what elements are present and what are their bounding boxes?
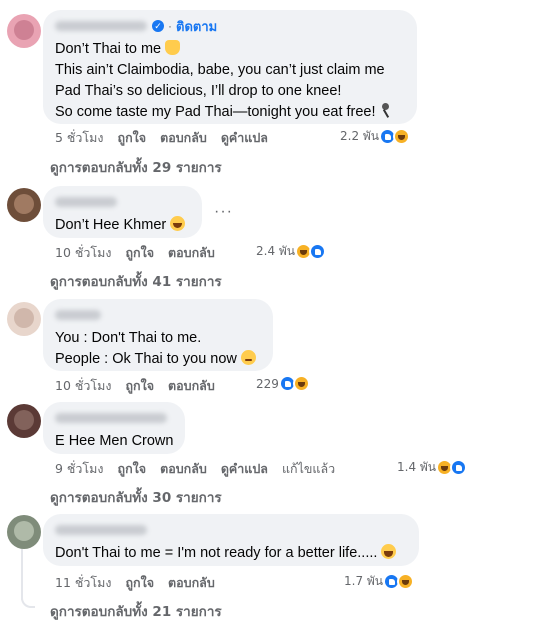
reaction-count: 2.4 พัน: [256, 244, 296, 258]
comment-bubble: Don’t Hee Khmer: [43, 186, 202, 238]
see-translation-button[interactable]: ดูคำแปล: [221, 128, 268, 148]
reaction-summary[interactable]: 229: [256, 375, 310, 392]
author-name[interactable]: [55, 197, 117, 207]
view-replies-link[interactable]: ดูการตอบกลับทั้ง 21 รายการ: [50, 600, 222, 622]
thread-elbow: [21, 596, 35, 608]
view-replies-link[interactable]: ดูการตอบกลับทั้ง 41 รายการ: [50, 270, 222, 292]
see-translation-button[interactable]: ดูคำแปล: [221, 459, 268, 479]
comment-text-line: Don’t Hee Khmer: [55, 215, 190, 236]
like-button[interactable]: ถูกใจ: [125, 376, 154, 396]
timestamp[interactable]: 10 ชั่วโมง: [55, 376, 111, 396]
reaction-count: 1.7 พัน: [344, 574, 384, 588]
like-reaction-icon: [450, 459, 468, 476]
reply-button[interactable]: ตอบกลับ: [160, 128, 207, 148]
reply-button[interactable]: ตอบกลับ: [168, 573, 215, 593]
comment-actions: 5 ชั่วโมง ถูกใจ ตอบกลับ ดูคำแปล: [55, 128, 282, 148]
reaction-summary[interactable]: 1.4 พัน: [397, 458, 468, 477]
comment-actions: 10 ชั่วโมง ถูกใจ ตอบกลับ: [55, 376, 229, 396]
comment-text-line: People : Ok Thai to you now: [55, 349, 261, 370]
like-button[interactable]: ถูกใจ: [118, 128, 147, 148]
timestamp[interactable]: 11 ชั่วโมง: [55, 573, 111, 593]
comment-text-line: This ain’t Claimbodia, babe, you can’t j…: [55, 62, 385, 78]
reaction-count: 2.2 พัน: [340, 129, 380, 143]
timestamp[interactable]: 10 ชั่วโมง: [55, 243, 111, 263]
edited-label[interactable]: แก้ไขแล้ว: [282, 459, 335, 479]
separator-dot: ·: [168, 19, 172, 33]
microphone-emoji-icon: [380, 103, 392, 118]
avatar[interactable]: [7, 302, 41, 336]
comment-text-line: So come taste my Pad Thai—tonight you ea…: [55, 102, 405, 123]
comment-actions: 11 ชั่วโมง ถูกใจ ตอบกลับ: [55, 573, 229, 593]
comment-text-line: Pad Thai’s so delicious, I’ll drop to on…: [55, 83, 342, 99]
comment-text-line: Don’t Thai to me: [55, 39, 405, 60]
rolling-laughing-emoji-icon: [381, 544, 397, 559]
reaction-summary[interactable]: 2.2 พัน: [340, 127, 411, 146]
author-name[interactable]: [55, 310, 101, 320]
reply-button[interactable]: ตอบกลับ: [168, 243, 215, 263]
comment-actions: 9 ชั่วโมง ถูกใจ ตอบกลับ ดูคำแปล แก้ไขแล้…: [55, 459, 349, 479]
avatar[interactable]: [7, 14, 41, 48]
like-reaction-icon: [309, 243, 327, 260]
like-button[interactable]: ถูกใจ: [118, 459, 147, 479]
squinting-emoji-icon: [240, 350, 256, 365]
like-button[interactable]: ถูกใจ: [125, 243, 154, 263]
comment-text-line: Don't Thai to me = I'm not ready for a b…: [55, 543, 407, 564]
avatar[interactable]: [7, 188, 41, 222]
view-replies-label: ดูการตอบกลับทั้ง 29 รายการ: [50, 160, 222, 176]
comment-bubble: E Hee Men Crown: [43, 402, 185, 454]
author-name[interactable]: [55, 525, 147, 535]
raised-hand-emoji-icon: [165, 40, 181, 55]
author-name[interactable]: [55, 21, 147, 31]
reaction-count: 229: [256, 376, 279, 391]
comment-text-line: You : Don't Thai to me.: [55, 330, 202, 346]
comment-bubble: Don't Thai to me = I'm not ready for a b…: [43, 514, 419, 566]
haha-reaction-icon: [393, 128, 411, 145]
avatar[interactable]: [7, 404, 41, 438]
reply-button[interactable]: ตอบกลับ: [168, 376, 215, 396]
more-options-icon[interactable]: ···: [214, 203, 233, 221]
comment-text-line: E Hee Men Crown: [55, 433, 174, 449]
haha-reaction-icon: [292, 375, 310, 392]
grinning-emoji-icon: [170, 216, 186, 231]
verified-badge-icon: ✓: [152, 20, 164, 32]
reaction-summary[interactable]: 2.4 พัน: [256, 242, 327, 261]
reaction-count: 1.4 พัน: [397, 460, 437, 474]
reaction-summary[interactable]: 1.7 พัน: [344, 572, 415, 591]
like-button[interactable]: ถูกใจ: [125, 573, 154, 593]
view-replies-link[interactable]: ดูการตอบกลับทั้ง 29 รายการ: [50, 156, 222, 178]
comment-actions: 10 ชั่วโมง ถูกใจ ตอบกลับ: [55, 243, 229, 263]
view-replies-label: ดูการตอบกลับทั้ง 41 รายการ: [50, 274, 222, 290]
haha-reaction-icon: [397, 573, 415, 590]
author-name[interactable]: [55, 413, 167, 423]
timestamp[interactable]: 5 ชั่วโมง: [55, 128, 104, 148]
comment-bubble: ✓ · ติดตาม Don’t Thai to me This ain’t C…: [43, 10, 417, 124]
view-replies-label: ดูการตอบกลับทั้ง 30 รายการ: [50, 490, 222, 506]
comment-bubble: You : Don't Thai to me. People : Ok Thai…: [43, 299, 273, 371]
avatar[interactable]: [7, 515, 41, 549]
view-replies-link[interactable]: ดูการตอบกลับทั้ง 30 รายการ: [50, 486, 222, 508]
reply-button[interactable]: ตอบกลับ: [160, 459, 207, 479]
follow-button[interactable]: ติดตาม: [176, 16, 217, 37]
timestamp[interactable]: 9 ชั่วโมง: [55, 459, 104, 479]
view-replies-label: ดูการตอบกลับทั้ง 21 รายการ: [50, 604, 222, 620]
